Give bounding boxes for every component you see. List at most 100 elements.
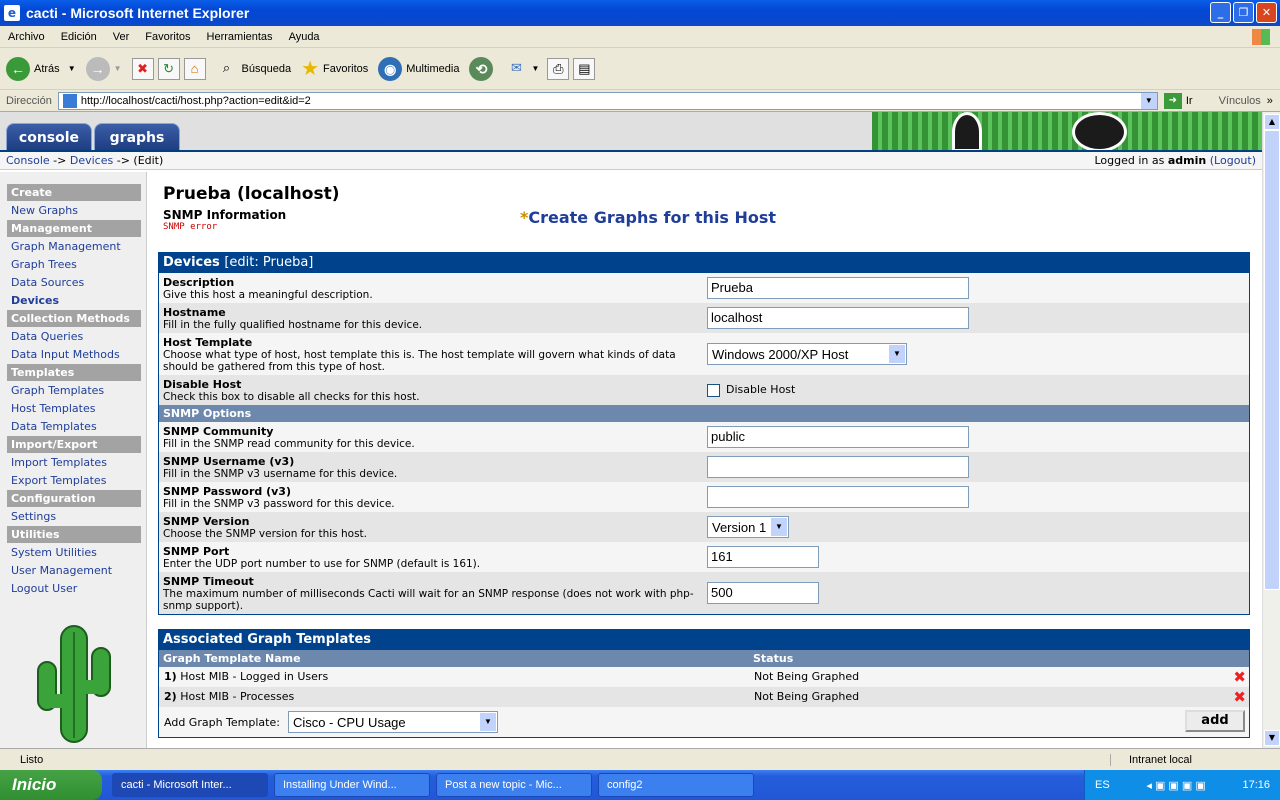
maximize-button[interactable]: ❐ bbox=[1233, 2, 1254, 23]
search-button[interactable]: ⌕ Búsqueda bbox=[216, 58, 292, 80]
refresh-icon[interactable]: ↻ bbox=[157, 57, 180, 80]
disable-host-checkbox-label[interactable]: Disable Host bbox=[726, 383, 795, 396]
create-graphs-link[interactable]: *Create Graphs for this Host bbox=[520, 208, 776, 227]
menu-ver[interactable]: Ver bbox=[105, 31, 138, 43]
row-template-name: Host MIB - Processes bbox=[180, 690, 295, 703]
task-config2[interactable]: config2 bbox=[598, 773, 754, 797]
snmp-username-input[interactable] bbox=[707, 456, 969, 478]
login-user: admin bbox=[1167, 154, 1207, 167]
description-input[interactable]: Prueba bbox=[707, 277, 969, 299]
menu-archivo[interactable]: Archivo bbox=[0, 31, 53, 43]
sidebar-item[interactable]: Data Sources bbox=[7, 274, 141, 291]
close-button[interactable]: ✕ bbox=[1256, 2, 1277, 23]
snmp-port-input[interactable]: 161 bbox=[707, 546, 819, 568]
vertical-scrollbar[interactable]: ▲ ▼ bbox=[1262, 112, 1280, 748]
sidebar-item[interactable]: Settings bbox=[7, 508, 141, 525]
breadcrumb-console[interactable]: Console bbox=[6, 154, 50, 167]
tab-console[interactable]: console bbox=[6, 123, 92, 150]
logout-link[interactable]: (Logout) bbox=[1210, 154, 1256, 167]
breadcrumb-devices[interactable]: Devices bbox=[70, 154, 113, 167]
table-row: 2) Host MIB - Processes Not Being Graphe… bbox=[159, 687, 1249, 707]
snmp-password-input[interactable] bbox=[707, 486, 969, 508]
scroll-thumb[interactable] bbox=[1264, 130, 1280, 590]
start-button[interactable]: Inicio bbox=[0, 770, 102, 800]
sidebar-item[interactable]: Host Templates bbox=[7, 400, 141, 417]
forward-button[interactable]: → ▼ bbox=[85, 56, 122, 81]
delete-icon[interactable]: ✖ bbox=[1233, 669, 1246, 685]
menu-herramientas[interactable]: Herramientas bbox=[199, 31, 281, 43]
mail-icon[interactable]: ✉ bbox=[505, 58, 527, 80]
add-button[interactable]: add bbox=[1185, 710, 1245, 732]
edit-icon[interactable]: ▤ bbox=[573, 57, 596, 80]
language-indicator[interactable]: ES bbox=[1095, 779, 1110, 791]
snmp-version-select[interactable]: Version 1 ▼ bbox=[707, 516, 789, 538]
favorites-button[interactable]: ★ Favoritos bbox=[301, 56, 368, 81]
media-label: Multimedia bbox=[406, 62, 460, 75]
scroll-down-icon[interactable]: ▼ bbox=[1264, 730, 1280, 746]
disable-host-help: Check this box to disable all checks for… bbox=[163, 390, 420, 403]
search-label: Búsqueda bbox=[241, 62, 292, 75]
tray-icons[interactable]: ◂ ▣ ▣ ▣ ▣ bbox=[1146, 779, 1205, 792]
delete-icon[interactable]: ✖ bbox=[1233, 689, 1246, 705]
go-button[interactable]: ➜ Ir bbox=[1163, 92, 1193, 109]
task-installing[interactable]: Installing Under Wind... bbox=[274, 773, 430, 797]
col-template-name: Graph Template Name bbox=[163, 652, 301, 665]
print-icon[interactable]: ⎙ bbox=[547, 57, 570, 80]
sidebar-item[interactable]: Export Templates bbox=[7, 472, 141, 489]
sidebar-item[interactable]: New Graphs bbox=[7, 202, 141, 219]
menu-edicion[interactable]: Edición bbox=[53, 31, 105, 43]
menu-ayuda[interactable]: Ayuda bbox=[281, 31, 328, 43]
sidebar-item[interactable]: Data Input Methods bbox=[7, 346, 141, 363]
hostname-input[interactable]: localhost bbox=[707, 307, 969, 329]
sidebar-item[interactable]: Data Queries bbox=[7, 328, 141, 345]
address-input[interactable]: http://localhost/cacti/host.php?action=e… bbox=[57, 91, 1158, 110]
stop-icon[interactable]: ✖ bbox=[131, 57, 154, 80]
disable-host-checkbox[interactable] bbox=[707, 383, 720, 397]
media-button[interactable]: ◉ Multimedia bbox=[378, 56, 460, 81]
menu-favoritos[interactable]: Favoritos bbox=[137, 31, 198, 43]
home-icon[interactable]: ⌂ bbox=[183, 57, 206, 80]
sidebar-item[interactable]: Import Templates bbox=[7, 454, 141, 471]
links-chevron-icon[interactable]: » bbox=[1267, 95, 1273, 107]
snmp-timeout-input[interactable]: 500 bbox=[707, 582, 819, 604]
login-info: Logged in as admin (Logout) bbox=[1095, 154, 1257, 167]
sidebar-item[interactable]: User Management bbox=[7, 562, 141, 579]
sidebar-item[interactable]: Logout User bbox=[7, 580, 141, 597]
task-cacti[interactable]: cacti - Microsoft Inter... bbox=[112, 773, 268, 797]
snmp-community-input[interactable]: public bbox=[707, 426, 969, 448]
snmp-version-value: Version 1 bbox=[712, 519, 767, 535]
browser-toolbar: ← Atrás ▼ → ▼ ✖ ↻ ⌂ ⌕ Búsqueda ★ Favorit… bbox=[0, 48, 1280, 90]
windows-logo-icon bbox=[1252, 29, 1270, 45]
sidebar-item[interactable]: Devices bbox=[7, 292, 141, 309]
cactus-logo-icon bbox=[37, 625, 111, 743]
add-template-value: Cisco - CPU Usage bbox=[292, 714, 406, 730]
mail-dropdown-icon[interactable]: ▼ bbox=[531, 64, 539, 73]
row-status: Not Being Graphed bbox=[754, 690, 860, 703]
minimize-button[interactable]: _ bbox=[1210, 2, 1231, 23]
go-label: Ir bbox=[1185, 94, 1193, 107]
snmp-timeout-help: The maximum number of milliseconds Cacti… bbox=[163, 587, 694, 612]
back-dropdown-icon[interactable]: ▼ bbox=[68, 64, 76, 73]
back-button[interactable]: ← Atrás ▼ bbox=[6, 56, 76, 81]
address-dropdown-icon[interactable]: ▼ bbox=[1140, 92, 1157, 109]
host-template-select[interactable]: Windows 2000/XP Host ▼ bbox=[707, 343, 907, 365]
sidebar-item[interactable]: Graph Templates bbox=[7, 382, 141, 399]
snmp-password-label: SNMP Password (v3) bbox=[163, 484, 291, 498]
sidebar-item[interactable]: Graph Trees bbox=[7, 256, 141, 273]
clock: 17:16 bbox=[1242, 779, 1270, 791]
chevron-down-icon: ▼ bbox=[771, 518, 787, 536]
history-icon[interactable]: ⟲ bbox=[469, 56, 494, 81]
status-bar: Listo Intranet local bbox=[0, 748, 1280, 770]
sidebar-item[interactable]: System Utilities bbox=[7, 544, 141, 561]
forward-dropdown-icon[interactable]: ▼ bbox=[114, 64, 122, 73]
tab-graphs[interactable]: graphs bbox=[94, 123, 180, 150]
status-text: Listo bbox=[20, 753, 44, 766]
add-template-select[interactable]: Cisco - CPU Usage ▼ bbox=[287, 711, 498, 733]
back-label: Atrás bbox=[34, 62, 60, 75]
go-arrow-icon: ➜ bbox=[1163, 92, 1182, 109]
sidebar-item[interactable]: Data Templates bbox=[7, 418, 141, 435]
links-label[interactable]: Vínculos bbox=[1219, 95, 1261, 107]
sidebar-item[interactable]: Graph Management bbox=[7, 238, 141, 255]
scroll-up-icon[interactable]: ▲ bbox=[1264, 114, 1280, 130]
task-post-topic[interactable]: Post a new topic - Mic... bbox=[436, 773, 592, 797]
